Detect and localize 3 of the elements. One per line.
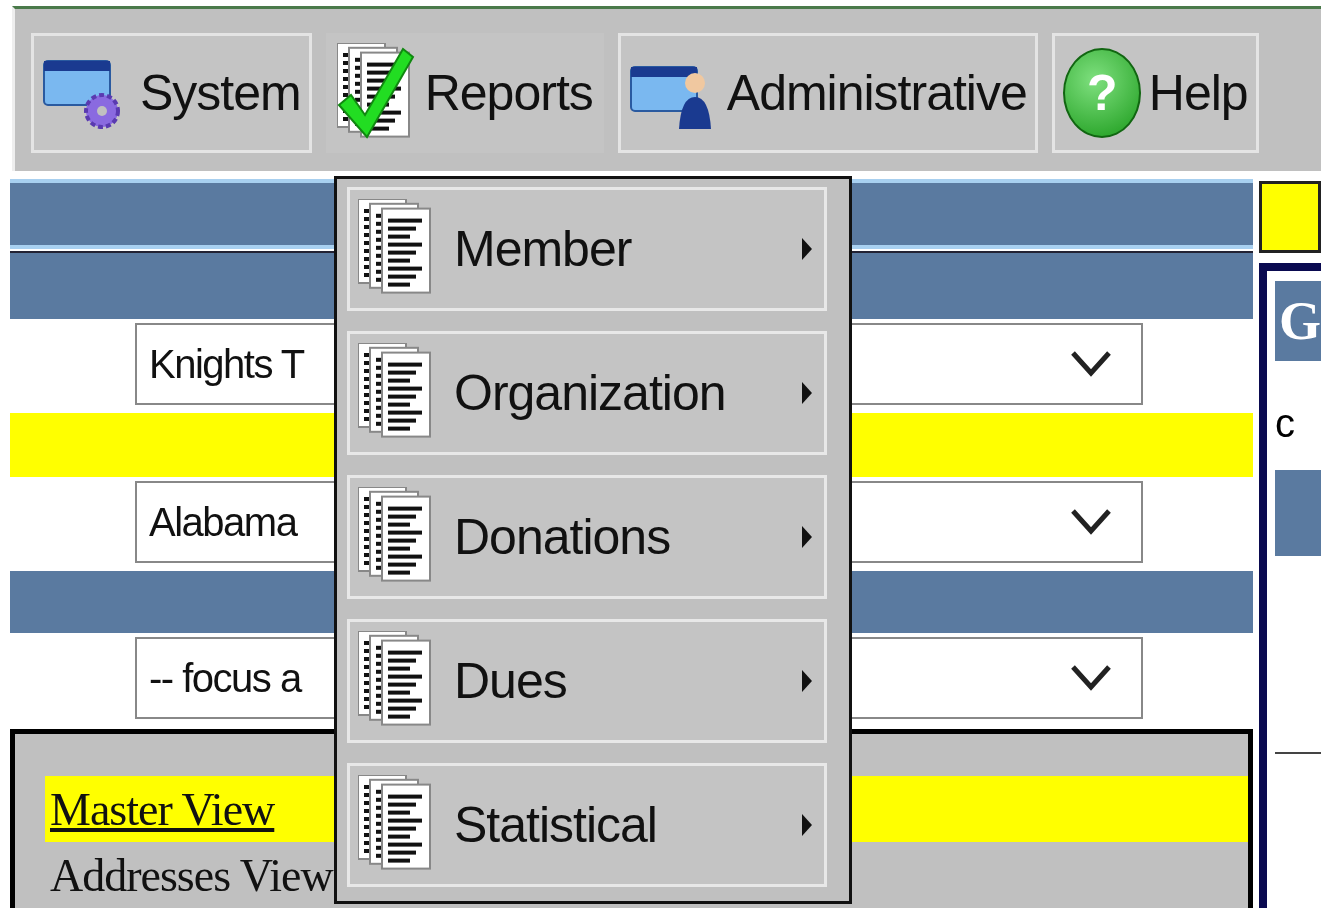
panel-title: G [1275, 281, 1321, 361]
help-icon: ? [1062, 48, 1141, 138]
panel-text: c [1275, 401, 1296, 446]
